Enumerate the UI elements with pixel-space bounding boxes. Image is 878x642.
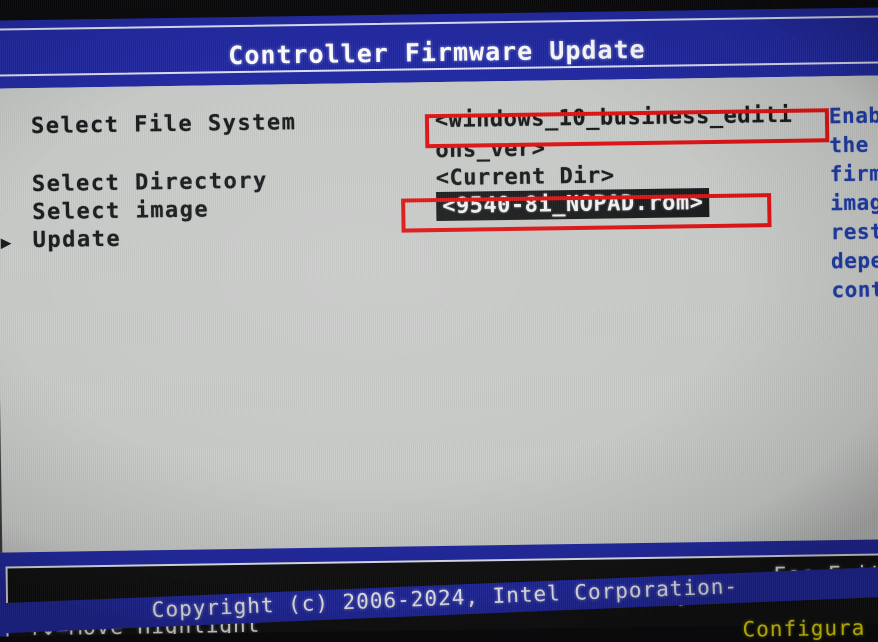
label-select-directory: Select Directory [31, 168, 268, 198]
label-update[interactable]: Update [33, 227, 122, 253]
help-line: imag [830, 190, 878, 216]
bios-screenshot: Controller Firmware Update Select File S… [0, 0, 878, 642]
monitor-panel: Controller Firmware Update Select File S… [0, 0, 878, 642]
help-line: firm [829, 161, 878, 187]
help-line: cont [831, 277, 878, 303]
label-select-file-system: Select File System [30, 110, 297, 140]
label-select-image: Select image [32, 197, 210, 226]
help-pane: Enabl the firm imag rest depe cont [829, 101, 878, 305]
help-line: Enabl [828, 103, 878, 129]
help-line: rest [830, 219, 878, 245]
value-select-image[interactable]: <9540-8i_NOPAD.rom> [436, 188, 710, 222]
setup-body: Select File System <windows_10_business_… [0, 75, 878, 553]
value-select-file-system[interactable]: <windows_10_business_editi [435, 103, 793, 133]
configuration-label: Configura [742, 615, 866, 642]
value-select-directory[interactable]: <Current Dir> [436, 163, 615, 191]
help-line: the [829, 132, 869, 158]
selection-arrow-icon: ▶ [0, 232, 12, 254]
value-select-file-system-wrapped: ons_ver> [435, 136, 546, 164]
help-line: depe [830, 248, 878, 274]
